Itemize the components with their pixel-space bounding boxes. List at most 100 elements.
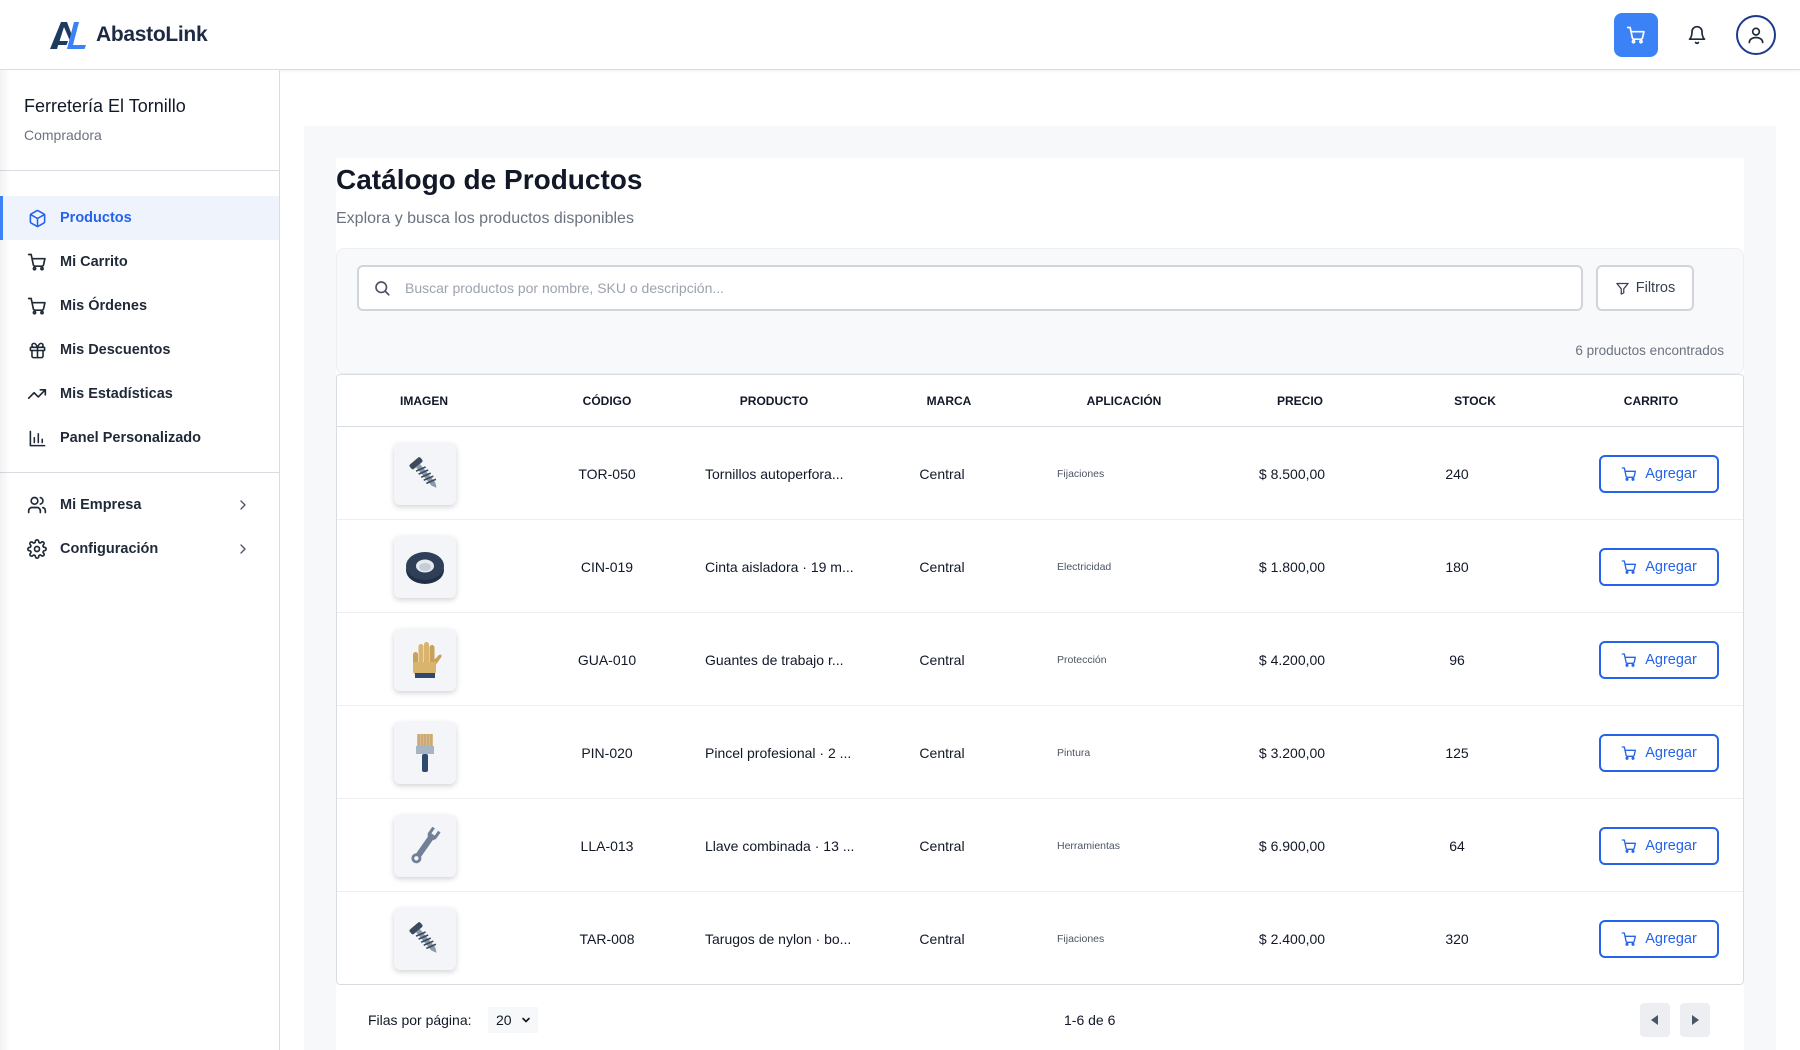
sidebar-item-productos[interactable]: Productos — [0, 196, 279, 240]
page-subtitle: Explora y busca los productos disponible… — [336, 210, 634, 227]
screw-icon — [409, 921, 437, 953]
table-row: PIN-020 Pincel profesional · 2 ... Centr… — [337, 706, 1743, 799]
column-header: PRECIO — [1276, 394, 1324, 408]
rows-per-page-label: Filas por página: — [368, 1012, 472, 1028]
next-page-button[interactable] — [1680, 1003, 1710, 1037]
product-name: Llave combinada · 13 ... — [705, 837, 855, 854]
table-row: TAR-008 Tarugos de nylon · bo... Central… — [337, 892, 1743, 985]
product-price: $ 2.400,00 — [1258, 930, 1326, 947]
add-to-cart-button[interactable]: Agregar — [1599, 919, 1719, 958]
rows-per-page-value: 20 — [496, 1012, 512, 1028]
company-role: Compradora — [24, 127, 102, 143]
top-header: AbastoLink — [0, 0, 1800, 70]
search-icon — [375, 281, 390, 296]
product-stock: 320 — [1445, 930, 1469, 947]
add-to-cart-button[interactable]: Agregar — [1599, 640, 1719, 679]
bell-icon — [1688, 25, 1706, 45]
product-stock: 125 — [1445, 744, 1469, 761]
cart-icon — [1621, 559, 1637, 574]
table-row: GUA-010 Guantes de trabajo r... Central … — [337, 613, 1743, 706]
sidebar-divider — [0, 472, 279, 473]
column-header: STOCK — [1454, 394, 1496, 408]
chevron-down-icon — [522, 1017, 530, 1023]
product-image — [394, 814, 456, 877]
product-stock: 240 — [1445, 465, 1469, 482]
product-name: Cinta aisladora · 19 m... — [705, 558, 854, 575]
product-code: LLA-013 — [580, 837, 634, 854]
product-brand: Central — [919, 930, 965, 947]
screw-icon — [409, 456, 437, 488]
sidebar-item-mi-empresa[interactable]: Mi Empresa — [0, 483, 279, 527]
bar-chart-icon — [26, 427, 48, 449]
trending-up-icon — [26, 383, 48, 405]
sidebar-nav: Productos Mi Carrito Mis Órdenes Mis Des… — [0, 171, 279, 571]
add-to-cart-button[interactable]: Agregar — [1599, 826, 1719, 865]
product-brand: Central — [919, 651, 965, 668]
cart-icon — [26, 295, 48, 317]
add-to-cart-button[interactable]: Agregar — [1599, 454, 1719, 493]
filters-button[interactable]: Filtros — [1596, 265, 1694, 311]
filter-icon — [1616, 282, 1629, 295]
column-header: MARCA — [926, 394, 972, 408]
product-price: $ 1.800,00 — [1258, 558, 1326, 575]
user-menu-button[interactable] — [1736, 15, 1776, 55]
page-title: Catálogo de Productos — [336, 164, 643, 195]
product-brand: Central — [919, 558, 965, 575]
sidebar-item-configuracion[interactable]: Configuración — [0, 527, 279, 571]
add-to-cart-button[interactable]: Agregar — [1599, 733, 1719, 772]
cart-icon — [26, 251, 48, 273]
sidebar: Ferretería El Tornillo Compradora Produc… — [0, 70, 280, 1050]
sidebar-item-mis-ordenes[interactable]: Mis Órdenes — [0, 284, 279, 328]
product-code: TAR-008 — [579, 930, 635, 947]
table-row: LLA-013 Llave combinada · 13 ... Central… — [337, 799, 1743, 892]
search-input[interactable] — [405, 280, 1581, 296]
sidebar-item-mis-descuentos[interactable]: Mis Descuentos — [0, 328, 279, 372]
column-header: CÓDIGO — [582, 394, 632, 408]
table-header: IMAGEN CÓDIGO PRODUCTO MARCA APLICACIÓN … — [337, 375, 1743, 427]
add-to-cart-button[interactable]: Agregar — [1599, 547, 1719, 586]
company-name: Ferretería El Tornillo — [24, 96, 186, 116]
product-name: Pincel profesional · 2 ... — [705, 744, 852, 761]
product-code: PIN-020 — [581, 744, 633, 761]
product-brand: Central — [919, 465, 965, 482]
product-image — [394, 907, 456, 970]
product-application: Fijaciones — [1057, 467, 1105, 480]
product-stock: 64 — [1449, 837, 1465, 854]
product-price: $ 3.200,00 — [1258, 744, 1326, 761]
search-field[interactable] — [357, 265, 1583, 311]
product-price: $ 6.900,00 — [1258, 837, 1326, 854]
page-range: 1-6 de 6 — [1064, 1012, 1116, 1028]
sidebar-item-mi-carrito[interactable]: Mi Carrito — [0, 240, 279, 284]
sidebar-item-label: Mi Empresa — [60, 497, 142, 513]
rows-per-page-select[interactable]: 20 — [488, 1007, 538, 1033]
header-cart-button[interactable] — [1614, 13, 1658, 57]
product-code: TOR-050 — [578, 465, 636, 482]
product-application: Herramientas — [1057, 839, 1121, 852]
triangle-left-icon — [1651, 1015, 1658, 1025]
product-code: GUA-010 — [577, 651, 637, 668]
column-header: APLICACIÓN — [1086, 394, 1162, 408]
product-name: Tarugos de nylon · bo... — [705, 930, 852, 947]
product-stock: 180 — [1445, 558, 1469, 575]
cart-icon — [1621, 745, 1637, 760]
products-table: IMAGEN CÓDIGO PRODUCTO MARCA APLICACIÓN … — [336, 374, 1744, 985]
app-logo[interactable]: AbastoLink — [48, 19, 208, 51]
product-brand: Central — [919, 744, 965, 761]
product-application: Protección — [1057, 653, 1107, 666]
column-header: IMAGEN — [400, 394, 448, 408]
user-icon — [1748, 27, 1764, 44]
add-label: Agregar — [1645, 651, 1697, 668]
result-count: 6 productos encontrados — [1575, 343, 1724, 358]
table-row: TOR-050 Tornillos autoperfora... Central… — [337, 427, 1743, 520]
company-info: Ferretería El Tornillo Compradora — [0, 70, 279, 171]
column-header: CARRITO — [1623, 394, 1679, 408]
product-image — [394, 628, 456, 691]
sidebar-item-panel-personalizado[interactable]: Panel Personalizado — [0, 416, 279, 460]
sidebar-item-label: Panel Personalizado — [60, 430, 202, 446]
product-image — [394, 442, 456, 505]
notifications-button[interactable] — [1680, 18, 1714, 52]
sidebar-item-mis-estadisticas[interactable]: Mis Estadísticas — [0, 372, 279, 416]
table-row: CIN-019 Cinta aisladora · 19 m... Centra… — [337, 520, 1743, 613]
wrench-icon — [411, 826, 441, 863]
previous-page-button[interactable] — [1640, 1003, 1670, 1037]
